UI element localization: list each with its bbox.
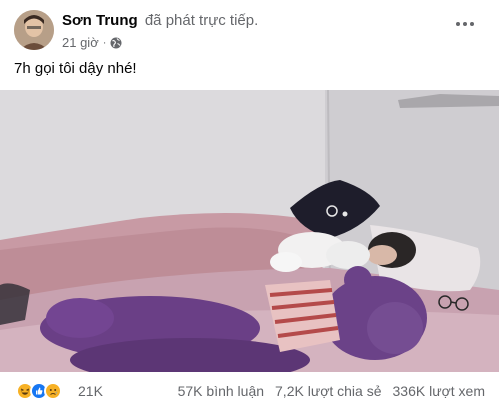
reaction-icons[interactable] xyxy=(16,382,62,402)
more-dot-icon xyxy=(463,22,467,26)
author-line: Sơn Trung đã phát trực tiếp. xyxy=(62,12,258,29)
post-header: Sơn Trung đã phát trực tiếp. 21 giờ · xyxy=(0,0,499,58)
comments-count[interactable]: 57K bình luận xyxy=(178,383,264,399)
post-meta: 21 giờ · xyxy=(62,35,122,50)
more-dot-icon xyxy=(456,22,460,26)
meta-separator: · xyxy=(102,36,107,49)
more-options-button[interactable] xyxy=(450,14,480,34)
post-time[interactable]: 21 giờ xyxy=(62,35,99,50)
views-count: 336K lượt xem xyxy=(392,383,485,399)
more-dot-icon xyxy=(470,22,474,26)
author-action: đã phát trực tiếp. xyxy=(144,12,259,29)
globe-icon[interactable] xyxy=(110,37,122,49)
author-avatar[interactable] xyxy=(14,10,54,50)
shares-count[interactable]: 7,2K lượt chia sẻ xyxy=(275,383,382,399)
reaction-count[interactable]: 21K xyxy=(78,383,103,399)
sad-reaction-icon xyxy=(44,382,62,400)
post-stats: 57K bình luận 7,2K lượt chia sẻ 336K lượ… xyxy=(178,383,485,399)
post-text: 7h gọi tôi dậy nhé! xyxy=(14,60,137,77)
video-frame-illustration xyxy=(0,90,499,372)
live-video[interactable] xyxy=(0,90,499,372)
author-name[interactable]: Sơn Trung xyxy=(62,12,138,29)
reactions-bar: 21K 57K bình luận 7,2K lượt chia sẻ 336K… xyxy=(0,372,499,411)
